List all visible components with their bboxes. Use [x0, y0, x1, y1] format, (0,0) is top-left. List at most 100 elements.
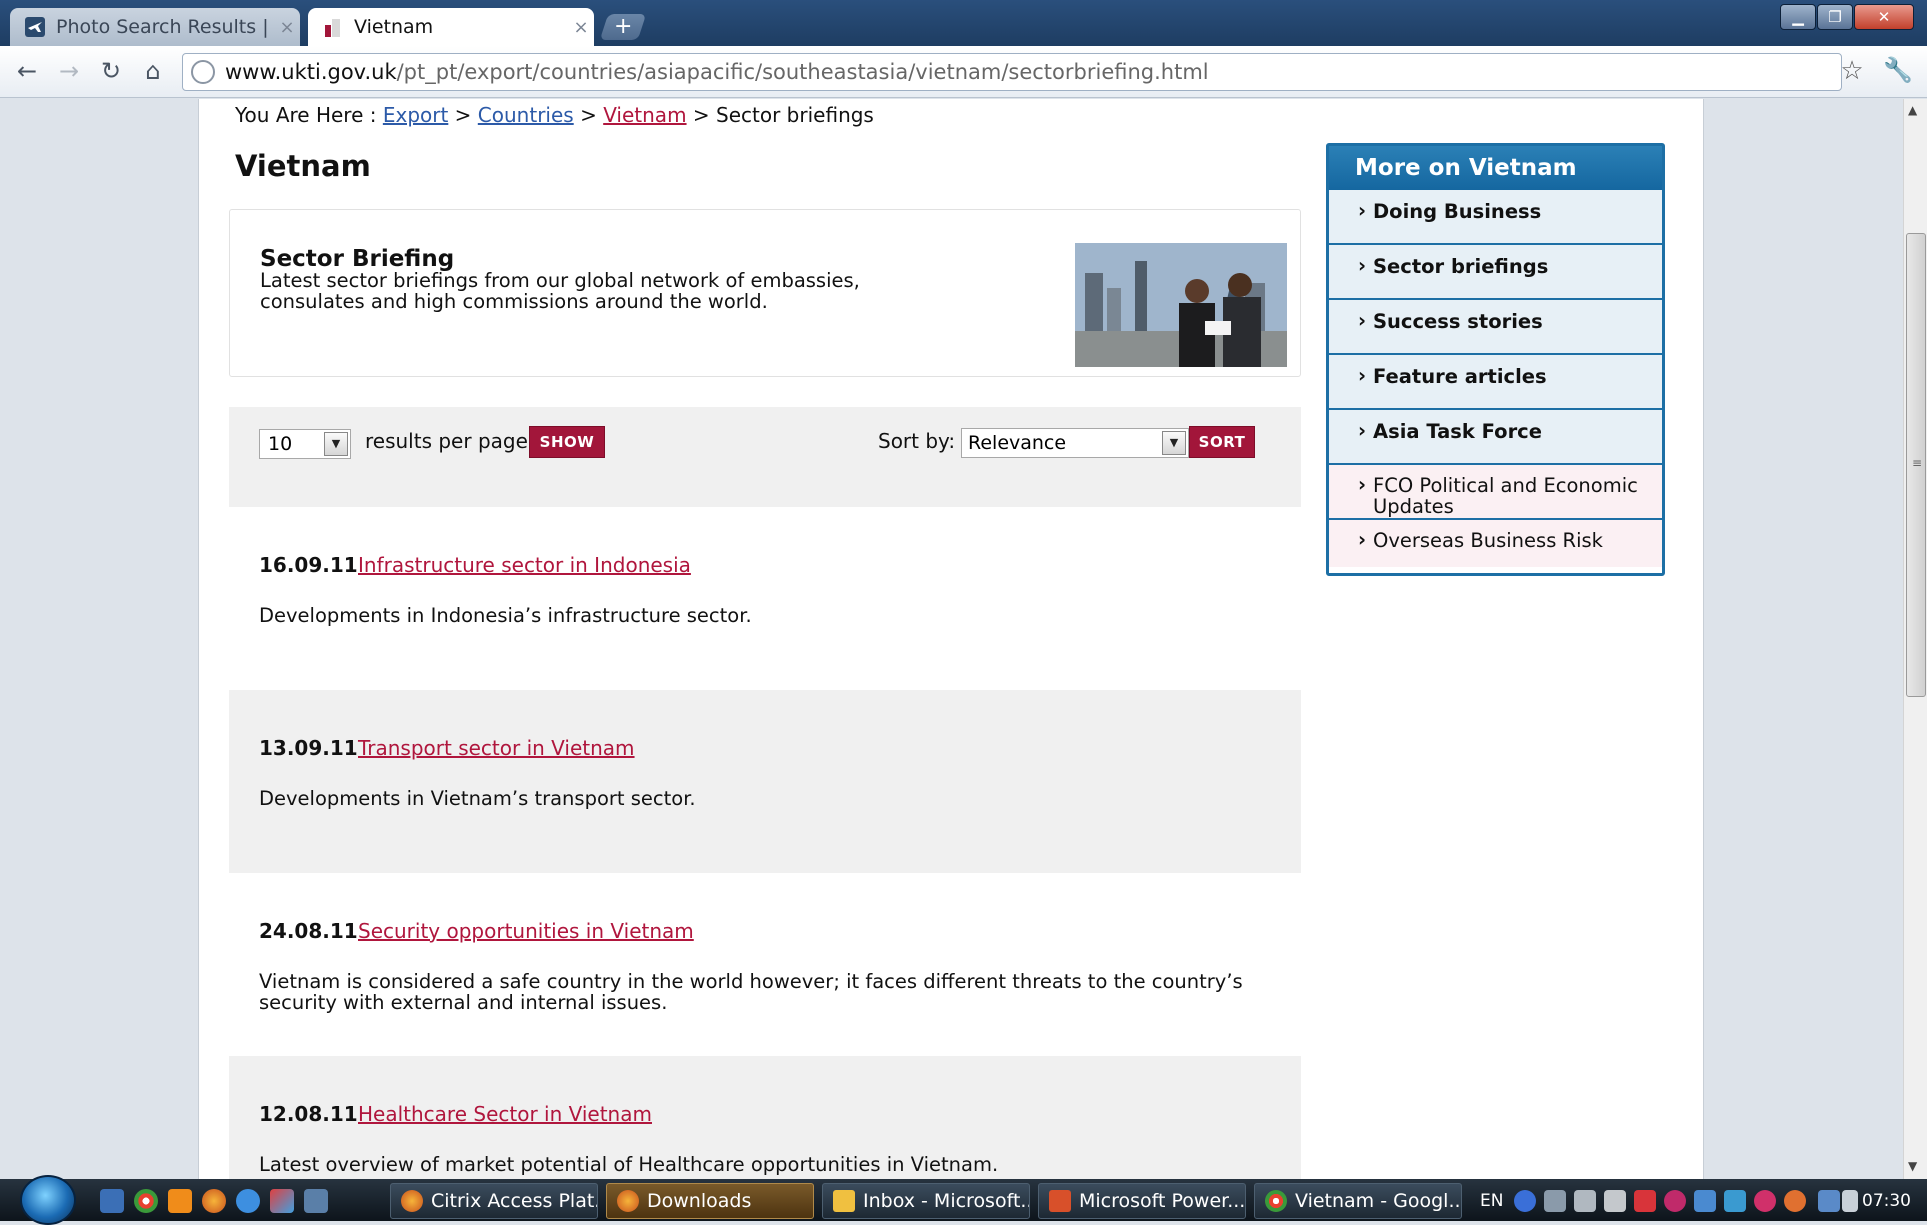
breadcrumb-current: Sector briefings	[716, 103, 874, 127]
result-date: 24.08.11	[259, 919, 358, 943]
explorer-icon[interactable]	[304, 1189, 328, 1213]
scroll-up-icon[interactable]: ▲	[1908, 103, 1917, 117]
vertical-scrollbar[interactable]: ▲ ≡ ▼	[1903, 99, 1927, 1179]
result-link[interactable]: Security opportunities in Vietnam	[358, 919, 694, 943]
tray-app-icon[interactable]	[1784, 1190, 1806, 1212]
url-path: /pt_pt/export/countries/asiapacific/sout…	[396, 60, 1209, 84]
tray-app-icon[interactable]	[1634, 1190, 1656, 1212]
address-bar[interactable]: www.ukti.gov.uk/pt_pt/export/countries/a…	[182, 53, 1842, 91]
url-domain: www.ukti.gov.uk	[225, 60, 397, 84]
taskbar-citrix[interactable]: Citrix Access Plat...	[390, 1183, 598, 1219]
show-button[interactable]: SHOW	[529, 426, 605, 458]
bookmark-star-icon[interactable]: ☆	[1836, 56, 1868, 88]
browser-title-bar: Photo Search Results | Airlin × Vietnam …	[0, 0, 1927, 46]
sidebar-item-overseas-business-risk[interactable]: › Overseas Business Risk	[1329, 520, 1662, 567]
powerpoint-icon	[1049, 1190, 1071, 1212]
breadcrumb-vietnam[interactable]: Vietnam	[603, 103, 686, 127]
chevron-right-icon: ›	[1358, 364, 1367, 387]
result-description: Developments in Vietnam’s transport sect…	[259, 787, 696, 810]
taskbar-downloads[interactable]: Downloads	[606, 1183, 814, 1219]
help-icon[interactable]	[1514, 1190, 1536, 1212]
sort-select[interactable]: Relevance ▼	[961, 428, 1189, 458]
back-arrow-icon[interactable]: ←	[10, 54, 44, 88]
chevron-right-icon: ›	[1358, 254, 1367, 277]
windows-taskbar: Citrix Access Plat... Downloads Inbox - …	[0, 1175, 1927, 1225]
internet-explorer-icon[interactable]	[236, 1189, 260, 1213]
sort-button[interactable]: SORT	[1189, 426, 1255, 458]
maximize-button[interactable]: ❐	[1817, 4, 1853, 30]
tab-vietnam[interactable]: Vietnam ×	[308, 8, 594, 46]
sector-briefing-intro: Sector Briefing Latest sector briefings …	[229, 209, 1301, 377]
pen-icon[interactable]	[1604, 1190, 1626, 1212]
chevron-down-icon[interactable]: ▼	[324, 432, 348, 456]
chevron-down-icon[interactable]: ▼	[1162, 431, 1186, 455]
system-clock[interactable]: 07:30	[1862, 1191, 1911, 1211]
minimize-button[interactable]: ▁	[1780, 4, 1816, 30]
result-link[interactable]: Transport sector in Vietnam	[358, 736, 635, 760]
start-button[interactable]	[20, 1175, 76, 1225]
tray-app-icon[interactable]	[1724, 1190, 1746, 1212]
show-desktop-icon[interactable]	[100, 1189, 124, 1213]
page-content: You Are Here : Export > Countries > Viet…	[198, 99, 1704, 1179]
sidebar-item-success-stories[interactable]: › Success stories	[1329, 300, 1662, 355]
sort-by-label: Sort by:	[878, 429, 956, 453]
airplane-icon	[24, 16, 46, 38]
taskbar-chrome-vietnam[interactable]: Vietnam - Googl...	[1254, 1183, 1462, 1219]
media-player-icon[interactable]	[168, 1189, 192, 1213]
close-window-button[interactable]: ✕	[1854, 4, 1914, 30]
result-item: 16.09.11 Infrastructure sector in Indone…	[229, 507, 1301, 690]
display-icon[interactable]	[1818, 1190, 1840, 1212]
tray-app-icon[interactable]	[1754, 1190, 1776, 1212]
new-tab-button[interactable]: +	[599, 14, 647, 40]
page-viewport: You Are Here : Export > Countries > Viet…	[0, 99, 1903, 1179]
breadcrumb-export[interactable]: Export	[383, 103, 448, 127]
scroll-down-icon[interactable]: ▼	[1908, 1159, 1917, 1173]
chrome-icon	[1265, 1190, 1287, 1212]
result-description: Vietnam is considered a safe country in …	[259, 970, 1243, 1014]
firefox-icon[interactable]	[202, 1189, 226, 1213]
grip-icon: ≡	[1912, 456, 1923, 470]
taskbar-powerpoint[interactable]: Microsoft Power...	[1038, 1183, 1246, 1219]
close-tab-icon[interactable]: ×	[568, 17, 594, 38]
taskbar-outlook[interactable]: Inbox - Microsoft...	[822, 1183, 1030, 1219]
wrench-icon[interactable]: 🔧	[1882, 56, 1914, 88]
result-item: 12.08.11 Healthcare Sector in Vietnam La…	[229, 1056, 1301, 1179]
forward-arrow-icon[interactable]: →	[52, 54, 86, 88]
sidebar-item-asia-task-force[interactable]: › Asia Task Force	[1329, 410, 1662, 465]
network-icon[interactable]	[1544, 1190, 1566, 1212]
chrome-icon[interactable]	[134, 1189, 158, 1213]
outlook-icon	[833, 1190, 855, 1212]
page-info-icon[interactable]	[191, 60, 215, 84]
result-link[interactable]: Healthcare Sector in Vietnam	[358, 1102, 652, 1126]
firefox-icon	[617, 1190, 639, 1212]
sidebar-item-fco-updates[interactable]: › FCO Political and Economic Updates	[1329, 465, 1662, 520]
firefox-icon	[401, 1190, 423, 1212]
language-indicator[interactable]: EN	[1480, 1191, 1503, 1211]
result-link[interactable]: Infrastructure sector in Indonesia	[358, 553, 691, 577]
chevron-right-icon: ›	[1358, 419, 1367, 442]
volume-icon[interactable]	[1842, 1190, 1858, 1212]
chevron-right-icon: ›	[1358, 199, 1367, 222]
chevron-left-icon[interactable]	[1574, 1190, 1596, 1212]
breadcrumb: You Are Here : Export > Countries > Viet…	[235, 103, 874, 127]
close-tab-icon[interactable]: ×	[274, 17, 300, 38]
chevron-right-icon: ›	[1358, 473, 1367, 496]
scroll-thumb[interactable]: ≡	[1906, 233, 1926, 697]
panel-title: More on Vietnam	[1329, 146, 1662, 190]
result-description: Latest overview of market potential of H…	[259, 1153, 999, 1176]
browser-toolbar: ← → ↻ ⌂ www.ukti.gov.uk/pt_pt/export/cou…	[0, 46, 1927, 98]
result-date: 13.09.11	[259, 736, 358, 760]
sidebar-item-feature-articles[interactable]: › Feature articles	[1329, 355, 1662, 410]
business-people-photo	[1075, 243, 1287, 367]
reload-icon[interactable]: ↻	[94, 54, 128, 88]
sidebar-item-doing-business[interactable]: › Doing Business	[1329, 190, 1662, 245]
results-per-page-select[interactable]: 10 ▼	[259, 429, 351, 459]
paint-icon[interactable]	[270, 1189, 294, 1213]
breadcrumb-countries[interactable]: Countries	[478, 103, 574, 127]
result-date: 16.09.11	[259, 553, 358, 577]
tray-app-icon[interactable]	[1694, 1190, 1716, 1212]
tray-app-icon[interactable]	[1664, 1190, 1686, 1212]
tab-photo-search[interactable]: Photo Search Results | Airlin ×	[10, 8, 300, 46]
home-icon[interactable]: ⌂	[136, 54, 170, 88]
sidebar-item-sector-briefings[interactable]: › Sector briefings	[1329, 245, 1662, 300]
